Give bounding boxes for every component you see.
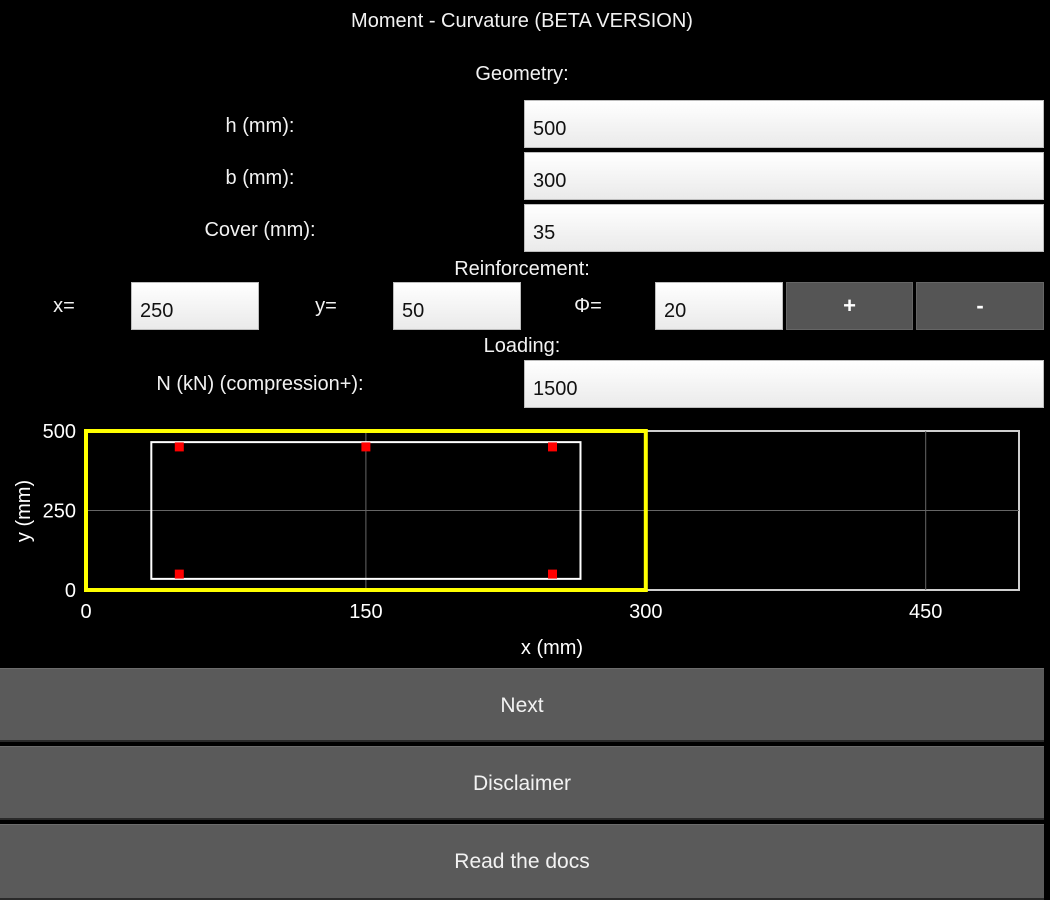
plot-grid xyxy=(85,430,1020,591)
axial-load-input[interactable] xyxy=(524,360,1044,408)
y-tick-label: 250 xyxy=(43,501,76,523)
rebar-marker xyxy=(361,442,371,452)
x-tick-label: 150 xyxy=(349,601,382,623)
axial-load-label: N (kN) (compression+): xyxy=(156,373,364,395)
geometry-section-title: Geometry: xyxy=(475,63,569,85)
rebar-x-input[interactable] xyxy=(131,282,259,330)
rebar-marker xyxy=(548,569,557,579)
app-screen: Moment - Curvature (BETA VERSION) Geomet… xyxy=(0,0,1050,900)
disclaimer-button[interactable]: Disclaimer xyxy=(0,746,1044,820)
rebar-y-input[interactable] xyxy=(393,282,521,330)
rebar-diameter-input[interactable] xyxy=(655,282,783,330)
x-axis-label: x (mm) xyxy=(521,637,583,659)
next-button[interactable]: Next xyxy=(0,668,1044,742)
cover-label: Cover (mm): xyxy=(204,219,316,241)
rebar-marker xyxy=(548,442,557,452)
reinforcement-section-title: Reinforcement: xyxy=(454,258,590,280)
b-input[interactable] xyxy=(524,152,1044,200)
y-axis-label: y (mm) xyxy=(13,480,35,542)
add-rebar-button[interactable]: + xyxy=(786,282,913,330)
loading-section-title: Loading: xyxy=(483,335,561,357)
rebar-marker xyxy=(174,569,184,579)
cover-input[interactable] xyxy=(524,204,1044,252)
x-tick-label: 450 xyxy=(909,601,942,623)
h-input[interactable] xyxy=(524,100,1044,148)
rebar-diameter-label: Φ= xyxy=(574,295,602,317)
section-plot: 0 150 300 450 0 250 500 x (mm) y (mm) xyxy=(13,421,1020,659)
x-tick-label: 300 xyxy=(629,601,662,623)
rebar-y-label: y= xyxy=(315,295,337,317)
rebar-x-label: x= xyxy=(53,295,75,317)
x-tick-label: 0 xyxy=(80,601,91,623)
app-title: Moment - Curvature (BETA VERSION) xyxy=(351,10,693,32)
y-tick-label: 0 xyxy=(65,580,76,602)
y-tick-label: 500 xyxy=(43,421,76,443)
read-docs-button[interactable]: Read the docs xyxy=(0,824,1044,900)
h-label: h (mm): xyxy=(225,115,295,137)
remove-rebar-button[interactable]: - xyxy=(916,282,1044,330)
b-label: b (mm): xyxy=(225,167,295,189)
rebar-marker xyxy=(174,442,184,452)
scrollbar[interactable] xyxy=(1045,0,1050,900)
